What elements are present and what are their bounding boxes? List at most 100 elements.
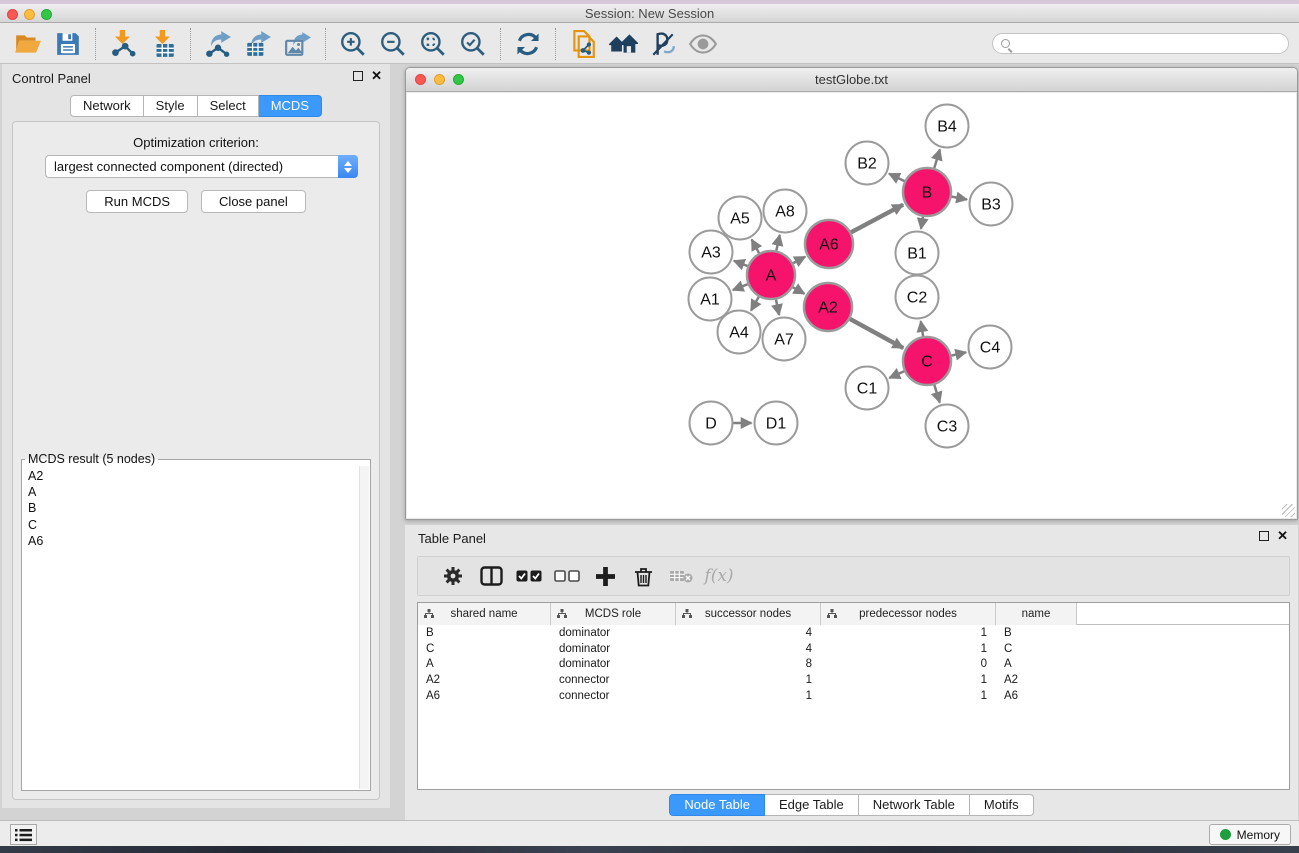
edge-A-A4[interactable] <box>751 297 759 311</box>
table-cell[interactable]: C <box>996 643 1077 655</box>
delete-table-button[interactable] <box>662 560 700 592</box>
network-canvas[interactable]: B4B2BB3A5A8A6A3B1AA1C2A2A4A7CC4C1C3DD1 <box>407 93 1296 518</box>
table-cell[interactable]: connector <box>551 690 676 702</box>
close-table-panel-icon[interactable]: ✕ <box>1277 531 1288 541</box>
apply-function-button[interactable]: f(x) <box>700 560 738 592</box>
table-cell[interactable]: 1 <box>821 690 996 702</box>
table-row[interactable]: Bdominator41B <box>418 625 1289 641</box>
resize-grip[interactable] <box>1282 504 1295 517</box>
zoom-fit-button[interactable] <box>413 27 453 61</box>
memory-button[interactable]: Memory <box>1209 824 1291 845</box>
edge-C-C2[interactable] <box>921 321 923 336</box>
open-file-button[interactable] <box>8 27 48 61</box>
zoom-in-button[interactable] <box>333 27 373 61</box>
table-cell[interactable]: A2 <box>418 674 551 686</box>
float-panel-icon[interactable] <box>353 71 363 81</box>
table-cell[interactable]: A6 <box>996 690 1077 702</box>
edge-A-A6[interactable] <box>793 257 805 263</box>
column-header-predecessor-nodes[interactable]: predecessor nodes <box>821 603 996 625</box>
table-row[interactable]: A6connector11A6 <box>418 688 1289 704</box>
table-cell[interactable]: connector <box>551 674 676 686</box>
edge-A-A8[interactable] <box>776 235 779 251</box>
mcds-result-item[interactable]: A <box>28 484 359 500</box>
tab-mcds[interactable]: MCDS <box>259 95 322 117</box>
edge-A-A5[interactable] <box>752 240 759 254</box>
edge-C-C4[interactable] <box>951 352 966 355</box>
edge-C-C1[interactable] <box>889 371 904 378</box>
select-all-button[interactable] <box>510 560 548 592</box>
edge-B-B4[interactable] <box>934 149 940 168</box>
close-panel-icon[interactable]: ✕ <box>371 71 382 81</box>
table-cell[interactable]: 1 <box>676 690 821 702</box>
zoom-selected-button[interactable] <box>453 27 493 61</box>
table-cell[interactable]: 1 <box>821 643 996 655</box>
zoom-out-button[interactable] <box>373 27 413 61</box>
split-columns-button[interactable] <box>472 560 510 592</box>
mcds-result-scrollbar[interactable] <box>359 466 369 789</box>
edge-B-B1[interactable] <box>921 217 923 229</box>
table-settings-button[interactable] <box>434 560 472 592</box>
edge-A-A7[interactable] <box>776 299 779 314</box>
table-cell[interactable]: B <box>996 627 1077 639</box>
table-row[interactable]: Adominator80A <box>418 657 1289 673</box>
column-header-name[interactable]: name <box>996 603 1077 625</box>
edge-A2-C[interactable] <box>850 319 903 348</box>
edge-B-B3[interactable] <box>952 197 967 200</box>
table-cell[interactable]: A <box>418 658 551 670</box>
mcds-result-item[interactable]: A2 <box>28 468 359 484</box>
table-tab-edge-table[interactable]: Edge Table <box>765 794 859 816</box>
table-cell[interactable]: A2 <box>996 674 1077 686</box>
criterion-select[interactable]: largest connected component (directed) <box>45 155 358 178</box>
table-row[interactable]: Cdominator41C <box>418 641 1289 657</box>
table-cell[interactable]: 1 <box>821 674 996 686</box>
edge-B-B2[interactable] <box>889 174 904 181</box>
table-cell[interactable]: dominator <box>551 658 676 670</box>
edge-A-A2[interactable] <box>793 287 805 294</box>
table-cell[interactable]: A6 <box>418 690 551 702</box>
import-network-button[interactable] <box>103 27 143 61</box>
column-header-shared-name[interactable]: shared name <box>418 603 551 625</box>
delete-column-button[interactable] <box>624 560 662 592</box>
tab-select[interactable]: Select <box>198 95 259 117</box>
column-header-mcds-role[interactable]: MCDS role <box>551 603 676 625</box>
mcds-result-item[interactable]: C <box>28 517 359 533</box>
task-history-button[interactable] <box>10 824 37 845</box>
add-column-button[interactable] <box>586 560 624 592</box>
table-cell[interactable]: 4 <box>676 643 821 655</box>
export-table-button[interactable] <box>238 27 278 61</box>
mcds-result-item[interactable]: A6 <box>28 533 359 549</box>
run-mcds-button[interactable]: Run MCDS <box>86 190 188 213</box>
table-cell[interactable]: A <box>996 658 1077 670</box>
hide-panels-button[interactable] <box>643 27 683 61</box>
table-tab-node-table[interactable]: Node Table <box>669 794 765 816</box>
tab-network[interactable]: Network <box>70 95 144 117</box>
show-panel-button[interactable] <box>683 27 723 61</box>
refresh-button[interactable] <box>508 27 548 61</box>
table-cell[interactable]: 8 <box>676 658 821 670</box>
table-cell[interactable]: 0 <box>821 658 996 670</box>
export-image-button[interactable] <box>278 27 318 61</box>
edge-C-C3[interactable] <box>934 385 939 403</box>
tab-style[interactable]: Style <box>144 95 198 117</box>
table-cell[interactable]: 4 <box>676 627 821 639</box>
close-panel-button[interactable]: Close panel <box>201 190 306 213</box>
table-cell[interactable]: B <box>418 627 551 639</box>
edge-A-A3[interactable] <box>734 261 748 266</box>
table-cell[interactable]: dominator <box>551 643 676 655</box>
table-cell[interactable]: dominator <box>551 627 676 639</box>
table-cell[interactable]: 1 <box>821 627 996 639</box>
mcds-result-item[interactable]: B <box>28 500 359 516</box>
table-cell[interactable]: C <box>418 643 551 655</box>
duplicate-network-button[interactable] <box>563 27 603 61</box>
import-table-button[interactable] <box>143 27 183 61</box>
export-network-button[interactable] <box>198 27 238 61</box>
table-tab-network-table[interactable]: Network Table <box>859 794 970 816</box>
table-cell[interactable]: 1 <box>676 674 821 686</box>
home-button[interactable] <box>603 27 643 61</box>
edge-A6-B[interactable] <box>851 205 903 233</box>
column-header-successor-nodes[interactable]: successor nodes <box>676 603 821 625</box>
table-tab-motifs[interactable]: Motifs <box>970 794 1034 816</box>
search-input[interactable] <box>1016 37 1280 51</box>
network-window-titlebar[interactable]: testGlobe.txt <box>406 68 1297 92</box>
deselect-all-button[interactable] <box>548 560 586 592</box>
